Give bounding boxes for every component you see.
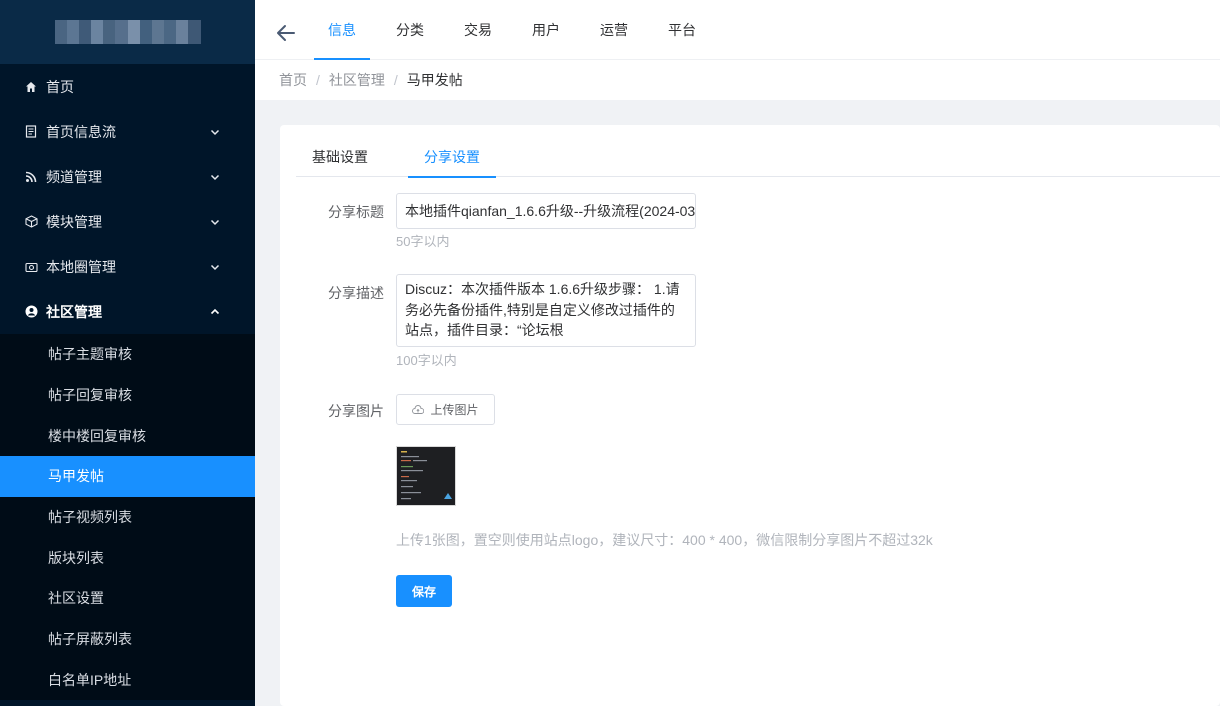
chevron-down-icon	[210, 219, 220, 225]
document-icon	[24, 125, 38, 139]
sidebar-item-label: 模块管理	[46, 213, 102, 230]
sidebar-item-label: 首页信息流	[46, 123, 116, 140]
sidebar-item-label: 社区管理	[46, 303, 102, 320]
sidebar-subitem-thread-review[interactable]: 帖子主题审核	[0, 334, 255, 375]
sidebar-subitem-nested-reply-review[interactable]: 楼中楼回复审核	[0, 415, 255, 456]
rss-icon	[24, 170, 38, 184]
top-tabs: 信息 分类 交易 用户 运营 平台	[314, 0, 722, 60]
arrow-left-icon[interactable]	[275, 22, 297, 44]
sidebar-item-home[interactable]: 首页	[0, 64, 255, 109]
settings-card: 基础设置 分享设置 分享标题 本地插件qianfan_1.6.6升级--升级流程…	[280, 125, 1220, 706]
sidebar-item-label: 频道管理	[46, 168, 102, 185]
breadcrumb-home[interactable]: 首页	[279, 70, 307, 90]
share-image-hint: 上传1张图，置空则使用站点logo，建议尺寸：400 * 400，微信限制分享图…	[396, 532, 933, 548]
screenshot-thumbnail-image	[397, 447, 455, 505]
share-desc-textarea[interactable]: Discuz：本次插件版本 1.6.6升级步骤： 1.请务必先备份插件,特别是自…	[396, 274, 696, 347]
tab-operation[interactable]: 运营	[586, 0, 642, 60]
share-image-thumbnail[interactable]	[396, 446, 456, 506]
chevron-up-icon	[210, 308, 220, 314]
chevron-down-icon	[210, 264, 220, 270]
share-desc-hint: 100字以内	[396, 353, 457, 368]
chevron-down-icon	[210, 129, 220, 135]
community-submenu: 帖子主题审核 帖子回复审核 楼中楼回复审核 马甲发帖 帖子视频列表 版块列表 社…	[0, 334, 255, 701]
top-navigation: 信息 分类 交易 用户 运营 平台	[255, 0, 1220, 60]
breadcrumb-separator: /	[316, 72, 320, 88]
breadcrumb-current: 马甲发帖	[406, 72, 463, 88]
share-title-input[interactable]: 本地插件qianfan_1.6.6升级--升级流程(2024-03	[396, 193, 696, 229]
share-image-label: 分享图片	[328, 403, 384, 419]
tab-user[interactable]: 用户	[518, 0, 574, 60]
breadcrumb-community[interactable]: 社区管理	[329, 70, 385, 90]
sidebar-item-community[interactable]: 社区管理	[0, 289, 255, 334]
sidebar-subitem-thread-videos[interactable]: 帖子视频列表	[0, 497, 255, 538]
sidebar-subitem-ip-whitelist[interactable]: 白名单IP地址	[0, 660, 255, 701]
sidebar: 首页 首页信息流 频道管理 模块管理 本地圈管理 社区管理 帖子主题审核 帖子回…	[0, 0, 255, 706]
sidebar-item-label: 本地圈管理	[46, 258, 116, 275]
blurred-logo-image	[54, 20, 201, 44]
share-title-hint: 50字以内	[396, 234, 450, 249]
tab-basic-settings[interactable]: 基础设置	[296, 147, 384, 177]
logo[interactable]	[0, 0, 255, 64]
camera-icon	[24, 260, 38, 274]
cloud-upload-icon	[412, 404, 425, 414]
tab-share-settings[interactable]: 分享设置	[408, 147, 496, 178]
settings-tabs: 基础设置 分享设置	[296, 147, 1220, 178]
upload-image-label: 上传图片	[430, 403, 479, 417]
user-circle-icon	[24, 305, 38, 319]
sidebar-item-modules[interactable]: 模块管理	[0, 199, 255, 244]
sidebar-item-local-circle[interactable]: 本地圈管理	[0, 244, 255, 289]
sidebar-subitem-reply-review[interactable]: 帖子回复审核	[0, 375, 255, 416]
tab-category[interactable]: 分类	[382, 0, 438, 60]
sidebar-subitem-vest-post[interactable]: 马甲发帖	[0, 456, 255, 497]
save-button[interactable]: 保存	[396, 575, 452, 607]
sidebar-subitem-forum-list[interactable]: 版块列表	[0, 537, 255, 578]
cube-icon	[24, 215, 38, 229]
sidebar-subitem-community-settings[interactable]: 社区设置	[0, 578, 255, 619]
breadcrumb-separator: /	[393, 72, 398, 88]
tab-trade[interactable]: 交易	[450, 0, 506, 60]
sidebar-subitem-blocked-threads[interactable]: 帖子屏蔽列表	[0, 619, 255, 660]
sidebar-item-label: 首页	[46, 78, 74, 95]
chevron-down-icon	[210, 174, 220, 180]
sidebar-item-channels[interactable]: 频道管理	[0, 154, 255, 199]
upload-image-button[interactable]: 上传图片	[396, 394, 495, 425]
share-title-label: 分享标题	[328, 204, 384, 220]
breadcrumb: 首页 / 社区管理 / 马甲发帖	[255, 60, 1220, 100]
tab-platform[interactable]: 平台	[654, 0, 710, 60]
tab-info[interactable]: 信息	[314, 0, 370, 60]
sidebar-item-home-feed[interactable]: 首页信息流	[0, 109, 255, 154]
home-icon	[24, 80, 38, 94]
share-desc-label: 分享描述	[328, 285, 384, 301]
